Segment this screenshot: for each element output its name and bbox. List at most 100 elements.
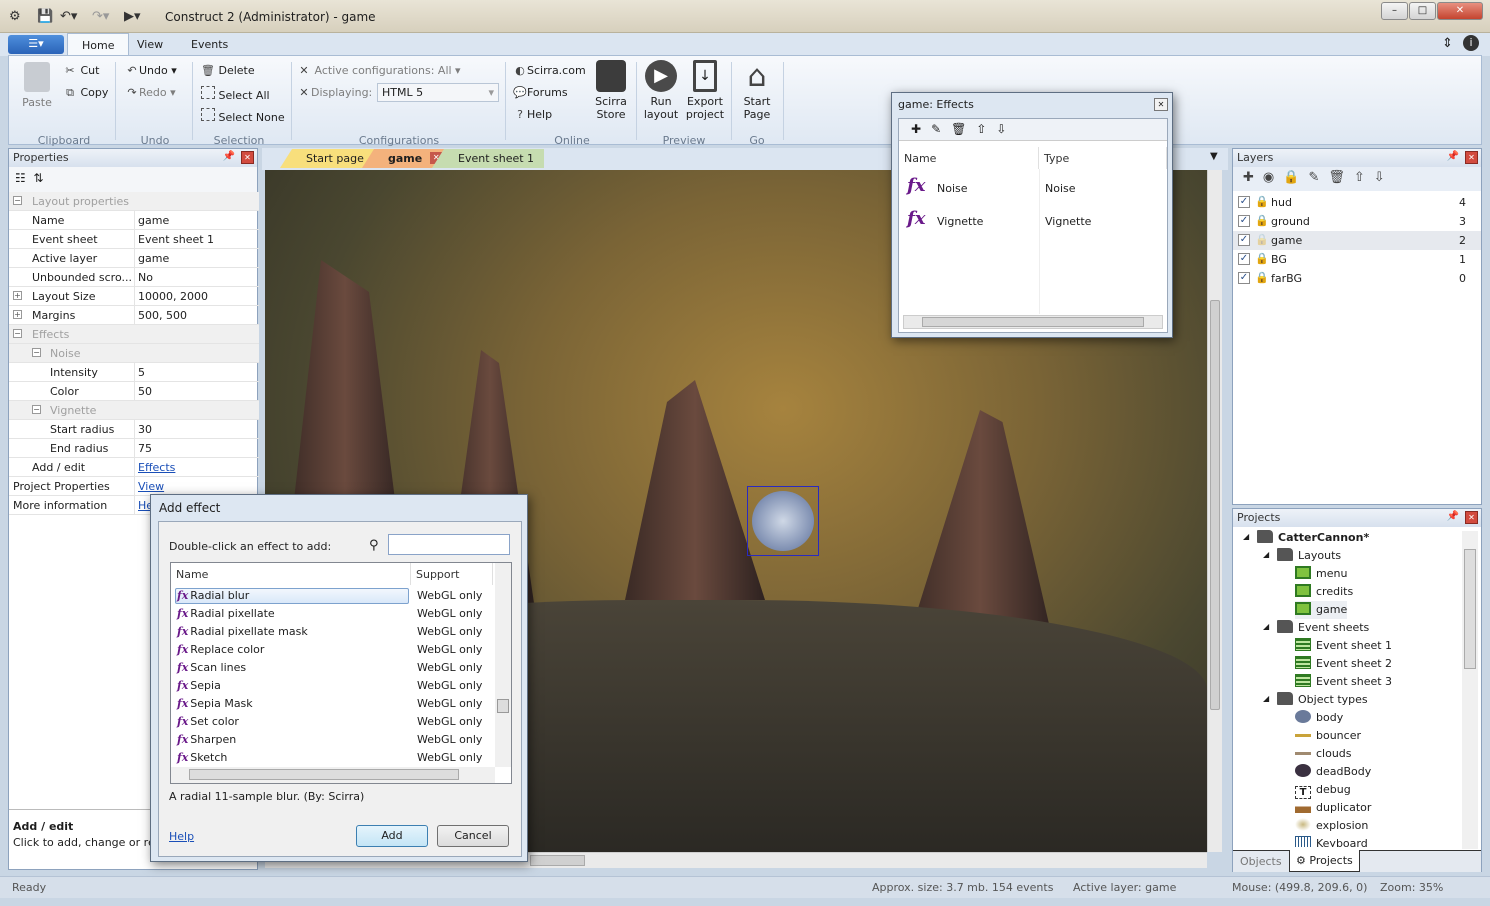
lock-icon[interactable]: 🔒 [1283,170,1308,185]
active-configurations-dropdown[interactable]: ✕ Active configurations: All ▾ [297,64,461,77]
minimize-button[interactable]: – [1381,2,1408,20]
pin-icon[interactable]: 📌 [1447,151,1459,162]
save-icon[interactable]: 💾 [37,9,53,24]
tab-start-page[interactable]: Start page [280,149,374,168]
property-row[interactable]: Namegame [9,211,259,230]
project-layout[interactable]: credits [1295,583,1353,601]
cut-button[interactable]: ✂ Cut [63,64,99,77]
effect-row[interactable]: fxNoiseNoise [899,175,1167,199]
layer-row[interactable]: ✓🔒game2 [1233,231,1481,250]
layer-row[interactable]: ✓🔒hud4 [1233,193,1481,212]
effect-list-item[interactable]: fxRadial pixellateWebGL only [175,605,495,623]
cancel-button[interactable]: Cancel [437,825,509,847]
folder-object-types[interactable]: Object types [1277,691,1368,709]
displaying-select[interactable]: HTML 5▾ [377,83,499,102]
expander-icon[interactable]: − [32,348,41,357]
tab-event-sheet-1[interactable]: Event sheet 1 [432,149,544,168]
project-object-type[interactable]: bouncer [1295,727,1361,745]
visibility-checkbox[interactable]: ✓ [1238,234,1250,246]
close-icon[interactable]: ✕ [241,151,254,164]
effect-list-vertical-scrollbar[interactable] [495,563,511,767]
layer-row[interactable]: ✓🔒farBG0 [1233,269,1481,288]
effect-list-item[interactable]: fxSketchWebGL only [175,749,495,767]
column-header-type[interactable]: Type [1039,147,1167,169]
move-up-icon[interactable]: ⇧ [1354,170,1374,185]
close-icon[interactable]: ✕ [1465,151,1478,164]
project-event-sheet[interactable]: Event sheet 1 [1295,637,1392,655]
visibility-checkbox[interactable]: ✓ [1238,196,1250,208]
scirra-store-button[interactable]: ScirraStore [591,60,631,121]
property-row[interactable]: Margins+500, 500 [9,306,259,325]
property-row[interactable]: Start radius30 [9,420,259,439]
tab-view[interactable]: View [123,33,177,56]
scroll-thumb[interactable] [1464,549,1476,669]
tab-projects[interactable]: ⚙ Projects [1289,850,1360,872]
sort-alpha-icon[interactable]: ⇅ [33,171,43,185]
property-row[interactable]: Color50 [9,382,259,401]
visibility-checkbox[interactable]: ✓ [1238,253,1250,265]
property-row[interactable]: Add / editEffects [9,458,259,477]
expander-icon[interactable]: − [32,405,41,414]
app-menu-button[interactable]: ☰▾ [8,35,64,54]
project-object-type[interactable]: body [1295,709,1343,727]
project-tree-scrollbar[interactable] [1462,531,1478,849]
maximize-button[interactable]: □ [1409,2,1436,20]
effect-list-item[interactable]: fxRadial blurWebGL only [175,587,495,605]
categorized-icon[interactable]: ☷ [15,171,26,185]
add-layer-icon[interactable]: ✚ [1243,170,1263,185]
property-value[interactable]: Effects [138,461,175,474]
effect-list-item[interactable]: fxSharpenWebGL only [175,731,495,749]
expand-arrow-icon[interactable]: ◢ [1263,694,1269,703]
expander-icon[interactable]: + [13,291,22,300]
pin-icon[interactable]: 📌 [1447,511,1459,522]
effect-list-horizontal-scrollbar[interactable] [171,767,495,783]
property-value[interactable]: View [138,480,164,493]
project-object-type[interactable]: Keyboard [1295,835,1368,847]
effect-list-item[interactable]: fxSepia MaskWebGL only [175,695,495,713]
expander-icon[interactable]: − [13,196,22,205]
lock-icon[interactable]: 🔒 [1255,195,1269,208]
forums-button[interactable]: 💬Forums [513,86,568,99]
property-row[interactable]: End radius75 [9,439,259,458]
undo-button[interactable]: ↶Undo ▾ [125,64,177,77]
property-row[interactable]: Active layergame [9,249,259,268]
visibility-checkbox[interactable]: ✓ [1238,215,1250,227]
expander-icon[interactable]: − [13,329,22,338]
selected-object[interactable] [747,486,819,556]
add-button[interactable]: Add [356,825,428,847]
effect-list-item[interactable]: fxScan linesWebGL only [175,659,495,677]
close-icon[interactable]: ✕ [1465,511,1478,524]
property-row[interactable]: Intensity5 [9,363,259,382]
scirra-link-button[interactable]: ◐Scirra.com [513,64,586,77]
redo-icon[interactable]: ↷▾ [92,9,109,24]
lock-icon[interactable]: 🔒 [1255,233,1269,246]
property-row[interactable]: Effects− [9,325,259,344]
scroll-thumb[interactable] [530,855,585,866]
tab-list-chevron-icon[interactable]: ▼ [1210,151,1218,162]
property-row[interactable]: Event sheetEvent sheet 1 [9,230,259,249]
layer-row[interactable]: ✓🔒ground3 [1233,212,1481,231]
delete-button[interactable]: 🗑 Delete [201,64,255,77]
paste-button[interactable]: Paste [19,62,55,109]
run-icon[interactable]: ▶▾ [124,9,141,24]
project-root[interactable]: CatterCannon* [1257,529,1369,547]
folder-layouts[interactable]: Layouts [1277,547,1341,565]
property-row[interactable]: Layout Size+10000, 2000 [9,287,259,306]
property-row[interactable]: Noise− [9,344,259,363]
project-layout[interactable]: game [1295,601,1347,619]
project-layout[interactable]: menu [1295,565,1347,583]
move-down-icon[interactable]: ⇩ [996,122,1016,136]
expand-arrow-icon[interactable]: ◢ [1243,532,1249,541]
column-header-name[interactable]: Name [171,563,411,585]
app-gear-icon[interactable]: ⚙ [9,9,21,24]
project-object-type[interactable]: Tdebug [1295,781,1351,799]
effect-list-item[interactable]: fxSet colorWebGL only [175,713,495,731]
property-row[interactable]: Layout properties− [9,192,259,211]
undo-icon[interactable]: ↶▾ [60,9,77,24]
scroll-thumb[interactable] [1210,300,1220,710]
start-page-button[interactable]: ⌂StartPage [737,60,777,121]
lock-icon[interactable]: 🔒 [1255,271,1269,284]
project-object-type[interactable]: explosion [1295,817,1368,835]
export-project-button[interactable]: ↓Exportproject [683,60,727,121]
edit-icon[interactable]: ✎ [931,122,951,136]
